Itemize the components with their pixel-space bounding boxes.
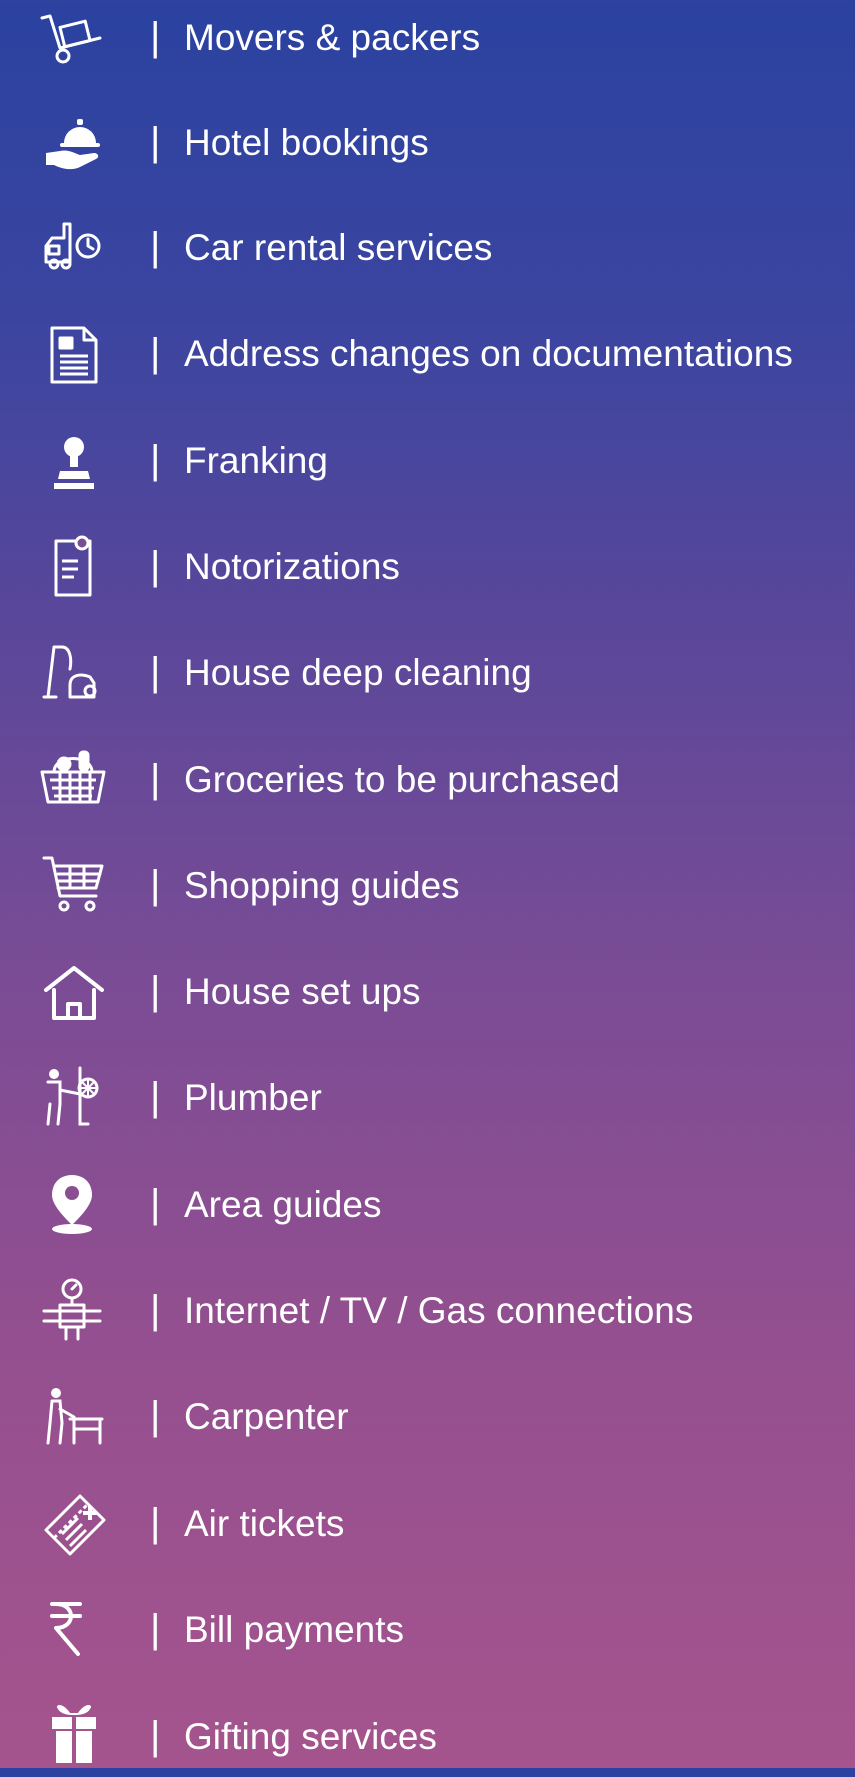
- list-item: | Bill payments: [0, 1590, 855, 1670]
- list-item: | Movers & packers: [0, 0, 855, 78]
- carpenter-icon: [40, 1383, 110, 1451]
- service-label: Franking: [184, 440, 328, 481]
- service-label: Address changes on documentations: [184, 333, 793, 374]
- service-label: Movers & packers: [184, 17, 481, 58]
- list-item: | House deep cleaning: [0, 633, 855, 713]
- list-item: | Notorizations: [0, 527, 855, 607]
- shopping-cart-icon: [40, 852, 110, 920]
- certificate-icon: [40, 533, 110, 601]
- services-list: | Movers & packers | Hotel bookings | Ca…: [0, 0, 855, 1768]
- service-label: Gifting services: [184, 1716, 437, 1757]
- air-ticket-icon: [40, 1490, 110, 1558]
- document-icon: [40, 320, 110, 388]
- service-label: Internet / TV / Gas connections: [184, 1290, 694, 1331]
- list-item: | Internet / TV / Gas connections: [0, 1271, 855, 1351]
- service-label: Notorizations: [184, 546, 400, 587]
- house-icon: [40, 958, 110, 1026]
- list-item: | Air tickets: [0, 1484, 855, 1564]
- list-item: | Address changes on documentations: [0, 314, 855, 394]
- service-label: House set ups: [184, 971, 421, 1012]
- list-item: | Hotel bookings: [0, 103, 855, 183]
- service-label: Air tickets: [184, 1503, 345, 1544]
- list-item: | Shopping guides: [0, 846, 855, 926]
- service-label: Groceries to be purchased: [184, 759, 621, 800]
- list-item: | Franking: [0, 421, 855, 501]
- car-clock-icon: [40, 214, 110, 282]
- list-item: | Area guides: [0, 1165, 855, 1245]
- service-label: Hotel bookings: [184, 122, 429, 163]
- service-label: Area guides: [184, 1184, 382, 1225]
- hand-truck-icon: [40, 4, 110, 72]
- stamp-icon: [40, 427, 110, 495]
- serving-hand-icon: [40, 109, 110, 177]
- list-item: | Gifting services: [0, 1697, 855, 1777]
- service-label: Plumber: [184, 1077, 322, 1118]
- gas-meter-icon: [40, 1277, 110, 1345]
- plumber-icon: [40, 1064, 110, 1132]
- grocery-basket-icon: [40, 746, 110, 814]
- list-item: | Car rental services: [0, 208, 855, 288]
- service-label: Bill payments: [184, 1609, 405, 1650]
- list-item: | House set ups: [0, 952, 855, 1032]
- list-item: | Carpenter: [0, 1377, 855, 1457]
- gift-icon: [40, 1703, 110, 1771]
- service-label: Carpenter: [184, 1396, 349, 1437]
- rupee-icon: [40, 1596, 110, 1664]
- list-item: | Groceries to be purchased: [0, 740, 855, 820]
- vacuum-cleaner-icon: [40, 639, 110, 707]
- service-label: House deep cleaning: [184, 652, 532, 693]
- list-item: | Plumber: [0, 1058, 855, 1138]
- map-pin-icon: [40, 1171, 110, 1239]
- service-label: Shopping guides: [184, 865, 460, 906]
- service-label: Car rental services: [184, 227, 493, 268]
